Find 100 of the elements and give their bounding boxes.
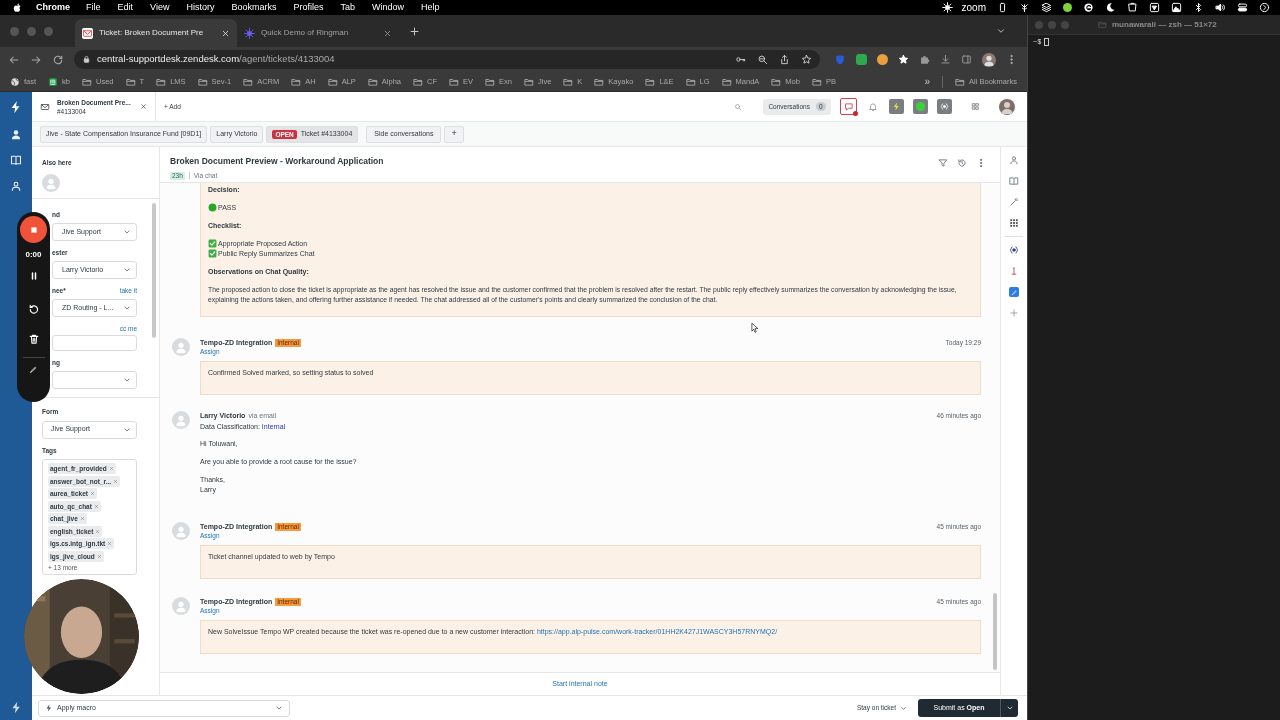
moon-icon[interactable] — [1105, 2, 1116, 13]
apple-logo-icon[interactable] — [12, 2, 23, 13]
back-icon[interactable] — [8, 53, 20, 66]
spreadsheet-icon — [48, 76, 59, 87]
ticket-favicon-icon — [82, 27, 93, 39]
pen-icon[interactable] — [29, 365, 38, 374]
text-cursor — [1044, 38, 1050, 47]
menu-item[interactable]: History — [186, 0, 215, 15]
menu-item[interactable]: Bookmarks — [231, 0, 277, 15]
menu-item[interactable]: Profiles — [293, 0, 324, 15]
views-icon[interactable] — [10, 154, 22, 166]
key-icon[interactable] — [735, 54, 746, 65]
filter-icon[interactable] — [938, 158, 948, 168]
triangle-icon[interactable] — [1149, 2, 1160, 13]
wand-icon[interactable] — [1009, 197, 1019, 207]
folder-icon — [1098, 20, 1107, 29]
tab-search-icon[interactable] — [996, 26, 1006, 36]
trash-icon[interactable] — [27, 333, 40, 345]
folder-icon — [485, 76, 496, 87]
circle-letter-icon[interactable] — [1083, 2, 1094, 13]
add-button[interactable]: + — [444, 125, 464, 143]
phone-icon[interactable] — [997, 2, 1008, 13]
avatar-icon — [172, 411, 190, 429]
browser-tab[interactable]: Quick Demo of Ringman — [237, 19, 399, 47]
lock-icon[interactable] — [82, 55, 91, 64]
user-avatar-icon[interactable] — [999, 98, 1015, 115]
menu-item[interactable]: File — [86, 0, 101, 15]
checkmark-icon — [208, 239, 217, 248]
app-button[interactable] — [937, 99, 952, 114]
customers-icon[interactable] — [10, 180, 22, 192]
history-icon[interactable] — [957, 158, 967, 168]
menu-item[interactable]: Tab — [340, 0, 355, 15]
chat-icon — [843, 101, 854, 112]
new-tab-icon[interactable] — [409, 25, 420, 37]
url-text: central-supportdesk.zendesk.com/agent/tickets/4133004 — [97, 52, 336, 67]
forward-icon[interactable] — [30, 53, 42, 66]
terminal-title: munawarali — zsh — 51×72 — [1112, 18, 1217, 31]
braces-icon[interactable] — [1009, 245, 1019, 255]
folder-icon — [82, 76, 92, 87]
zoom-icon[interactable] — [757, 54, 768, 65]
folder-icon — [594, 76, 605, 87]
branch-icon[interactable] — [1019, 2, 1030, 13]
menu-item[interactable]: Help — [421, 0, 440, 15]
cup-icon[interactable] — [1127, 2, 1138, 13]
menu-app-name[interactable]: Chrome — [36, 0, 70, 15]
address-bar[interactable]: central-supportdesk.zendesk.com/agent/tickets/4133004 — [74, 50, 820, 69]
layers-icon[interactable] — [1041, 2, 1052, 13]
extension-icon[interactable] — [877, 54, 888, 65]
app-button[interactable] — [1009, 287, 1019, 297]
zoom-status-label[interactable]: zoom — [961, 0, 986, 15]
restart-icon[interactable] — [27, 303, 40, 316]
side-panel-icon[interactable] — [961, 54, 972, 65]
more-bookmarks-button[interactable]: » — [924, 74, 931, 89]
folder-icon — [291, 76, 302, 87]
folder-icon — [197, 76, 208, 87]
folder-icon — [125, 76, 136, 87]
mouse-pointer-icon — [750, 321, 760, 335]
folder-icon — [645, 76, 656, 87]
close-icon[interactable] — [140, 103, 147, 110]
submit-options-button[interactable] — [1000, 699, 1018, 717]
profile-avatar-icon[interactable] — [982, 52, 996, 67]
lightning-icon — [892, 102, 901, 111]
star-extension-icon[interactable] — [898, 54, 909, 65]
share-icon[interactable] — [779, 54, 790, 65]
download-icon[interactable] — [940, 54, 951, 65]
scrollbar-thumb[interactable] — [993, 593, 997, 670]
close-icon[interactable] — [383, 28, 392, 38]
siri-icon[interactable] — [1259, 2, 1270, 13]
sun-icon[interactable] — [941, 2, 953, 13]
reload-icon[interactable] — [52, 53, 64, 66]
user-icon[interactable] — [1009, 155, 1019, 165]
input-field[interactable] — [52, 334, 137, 351]
browser-tab[interactable]: Ticket: Broken Document Pre — [75, 19, 237, 47]
extension-icon[interactable] — [856, 54, 867, 65]
globe-icon — [10, 76, 20, 87]
mountain-icon[interactable] — [1171, 2, 1182, 13]
scrollbar-thumb[interactable] — [152, 202, 156, 338]
ticket-title: Broken Document Preview - Workaround Application — [170, 155, 384, 168]
folder-icon — [811, 76, 822, 87]
folder-icon — [563, 76, 574, 87]
chevron-down-icon — [1005, 704, 1014, 712]
bookmark-star-icon[interactable] — [801, 54, 812, 65]
menu-item[interactable]: Window — [371, 0, 404, 15]
app-button[interactable] — [889, 99, 904, 114]
chat-notification-button[interactable] — [840, 98, 857, 115]
mail-icon — [40, 101, 50, 112]
folder-icon — [156, 76, 167, 87]
stop-recording-button[interactable] — [20, 216, 47, 243]
control-center-icon[interactable] — [1237, 2, 1248, 13]
bell-icon[interactable] — [868, 101, 878, 112]
extensions-icon[interactable] — [919, 54, 930, 65]
bluetooth-icon[interactable] — [1193, 2, 1204, 13]
menu-item[interactable]: View — [150, 0, 170, 15]
volume-icon[interactable] — [1215, 2, 1226, 13]
book-icon[interactable] — [1009, 176, 1019, 186]
apps-grid-icon[interactable] — [1009, 218, 1019, 228]
menu-item[interactable]: Edit — [117, 0, 134, 15]
select-field[interactable] — [52, 370, 137, 389]
close-icon[interactable] — [221, 28, 230, 38]
folder-icon — [449, 76, 460, 87]
